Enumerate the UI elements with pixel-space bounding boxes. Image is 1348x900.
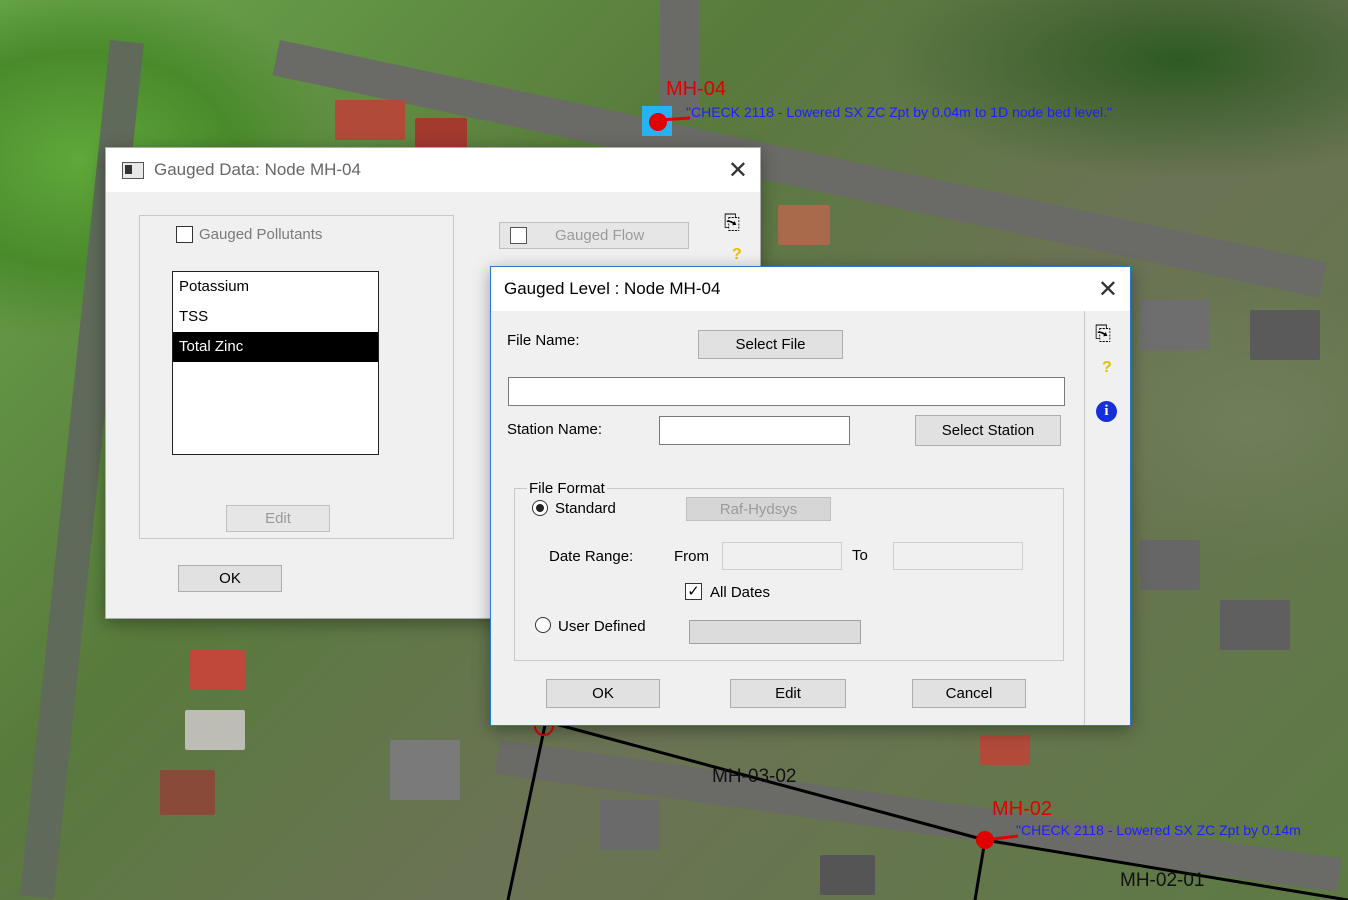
ok-button[interactable]: OK <box>178 565 282 592</box>
copy-icon[interactable]: ⎘ <box>724 212 740 235</box>
gauged-data-title: Gauged Data: Node MH-04 <box>154 160 361 179</box>
gauged-level-window[interactable]: Gauged Level : Node MH-04 ✕ ⎘ ? i File N… <box>490 266 1131 726</box>
network-link <box>973 839 987 900</box>
gauged-flow-label: Gauged Flow <box>555 227 645 244</box>
window-app-icon <box>122 161 144 179</box>
from-date-input[interactable] <box>722 542 842 570</box>
raf-hydsys-button[interactable]: Raf-Hydsys <box>686 497 831 521</box>
file-format-label: File Format <box>527 480 607 497</box>
gauged-pollutants-checkbox[interactable] <box>176 226 193 243</box>
gauged-flow-checkbox[interactable] <box>510 227 527 244</box>
node-label-mh02[interactable]: MH-02 <box>992 798 1052 821</box>
to-label: To <box>852 547 868 564</box>
node-note-mh02: "CHECK 2118 - Lowered SX ZC Zpt by 0.14m <box>1016 822 1301 838</box>
edit-button[interactable]: Edit <box>730 679 846 708</box>
help-icon[interactable]: ? <box>1102 359 1112 377</box>
node-note-mh04: "CHECK 2118 - Lowered SX ZC Zpt by 0.04m… <box>686 104 1113 120</box>
file-name-input[interactable] <box>508 377 1065 406</box>
gauged-flow-button[interactable]: Gauged Flow <box>499 222 689 249</box>
select-file-button[interactable]: Select File <box>698 330 843 359</box>
info-icon[interactable]: i <box>1096 401 1117 422</box>
list-item[interactable]: TSS <box>173 302 378 332</box>
network-link <box>506 724 547 900</box>
list-item[interactable]: Potassium <box>173 272 378 302</box>
close-icon[interactable]: ✕ <box>728 156 748 185</box>
from-label: From <box>674 548 709 565</box>
help-icon[interactable]: ? <box>732 246 742 264</box>
node-marker <box>649 113 667 131</box>
list-item[interactable]: Total Zinc <box>173 332 378 362</box>
to-date-input[interactable] <box>893 542 1023 570</box>
node-label-mh04[interactable]: MH-04 <box>666 78 726 101</box>
station-name-input[interactable] <box>659 416 850 445</box>
user-defined-input[interactable] <box>689 620 861 644</box>
cancel-button[interactable]: Cancel <box>912 679 1026 708</box>
user-defined-radio[interactable] <box>535 617 551 633</box>
copy-icon[interactable]: ⎘ <box>1095 323 1111 346</box>
all-dates-label: All Dates <box>710 584 771 601</box>
gauged-pollutants-label: Gauged Pollutants <box>199 226 323 243</box>
gauged-level-title: Gauged Level : Node MH-04 <box>504 279 721 298</box>
user-defined-label: User Defined <box>558 618 646 635</box>
file-name-label: File Name: <box>507 332 580 349</box>
edit-pollutant-button[interactable]: Edit <box>226 505 330 532</box>
date-range-label: Date Range: <box>549 548 634 565</box>
ok-button[interactable]: OK <box>546 679 660 708</box>
gauged-data-titlebar[interactable]: Gauged Data: Node MH-04 ✕ <box>106 148 760 192</box>
gauged-level-titlebar[interactable]: Gauged Level : Node MH-04 ✕ <box>491 267 1130 311</box>
select-station-button[interactable]: Select Station <box>915 415 1061 446</box>
standard-label: Standard <box>555 500 616 517</box>
standard-radio[interactable] <box>532 500 548 516</box>
all-dates-checkbox[interactable]: ✓ <box>685 583 702 600</box>
link-label-mh02-01[interactable]: MH-02-01 <box>1120 870 1204 892</box>
close-icon[interactable]: ✕ <box>1098 275 1118 304</box>
node-marker <box>976 831 994 849</box>
link-label-mh03-02[interactable]: MH-03-02 <box>712 766 796 788</box>
station-name-label: Station Name: <box>507 421 603 438</box>
pollutants-list[interactable]: Potassium TSS Total Zinc <box>172 271 379 455</box>
